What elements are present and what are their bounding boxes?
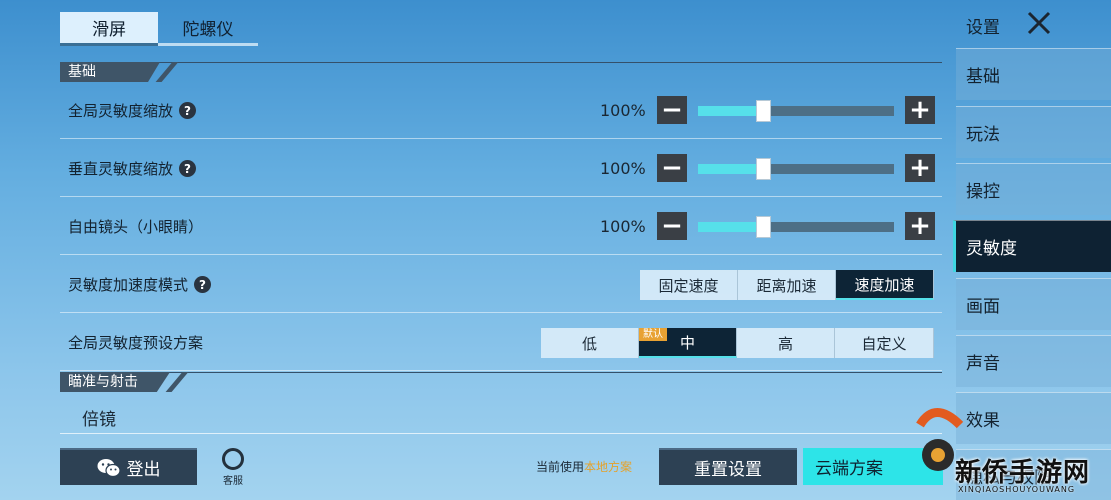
sensitivity-slider[interactable] [698, 100, 894, 122]
logout-label: 登出 [126, 460, 161, 480]
slider-thumb[interactable] [756, 158, 771, 180]
setting-value: 100% [600, 101, 646, 120]
default-badge: 默认 [639, 328, 667, 341]
close-icon[interactable] [1026, 10, 1052, 36]
logout-button[interactable]: 登出 [60, 448, 197, 485]
sidebar-item-gameplay[interactable]: 玩法 [956, 106, 1111, 158]
current-plan-value: 本地方案 [584, 460, 633, 474]
tab-gyroscope[interactable]: 陀螺仪 [158, 12, 258, 46]
setting-label: 全局灵敏度缩放 ? [68, 82, 197, 139]
setting-label: 全局灵敏度预设方案 [68, 314, 203, 371]
sidebar-item-sensitivity[interactable]: 灵敏度 [953, 220, 1111, 272]
setting-label-text: 自由镜头（小眼睛） [68, 218, 204, 236]
sidebar-item-graphics[interactable]: 画面 [956, 278, 1111, 330]
setting-row-global-sensitivity: 全局灵敏度缩放 ? 100% − + [60, 82, 942, 139]
slider-fill [698, 222, 763, 232]
setting-label: 垂直灵敏度缩放 ? [68, 140, 197, 197]
preset-selector: 低 默认 中 高 自定义 [541, 328, 934, 358]
watermark-text: 新侨手游网 [955, 458, 1091, 488]
customer-service-button[interactable]: 客服 [218, 448, 248, 488]
settings-panel: 基础 全局灵敏度缩放 ? 100% − + 垂直灵敏度缩放 ? 100% − +… [60, 62, 942, 434]
reset-label: 重置设置 [694, 460, 762, 480]
sidebar-item-controls[interactable]: 操控 [956, 163, 1111, 215]
reset-settings-button[interactable]: 重置设置 [659, 448, 797, 485]
setting-row-preset: 全局灵敏度预设方案 低 默认 中 高 自定义 [60, 314, 942, 371]
slider-thumb[interactable] [756, 100, 771, 122]
decrease-button[interactable]: − [657, 153, 687, 183]
current-plan-text: 当前使用本地方案 [536, 458, 632, 475]
preset-option-low[interactable]: 低 [541, 328, 639, 358]
setting-row-vertical-sensitivity: 垂直灵敏度缩放 ? 100% − + [60, 140, 942, 197]
section-header-aim: 瞄准与射击 [60, 372, 170, 392]
increase-button[interactable]: + [905, 95, 935, 125]
setting-label-text: 全局灵敏度预设方案 [68, 334, 204, 352]
wechat-icon [97, 458, 121, 477]
customer-service-label: 客服 [223, 476, 243, 487]
help-icon[interactable]: ? [179, 102, 197, 119]
section-header-basic: 基础 [60, 62, 160, 82]
customer-service-icon [222, 448, 244, 470]
cloud-label: 云端方案 [815, 459, 883, 479]
scope-label: 倍镜 [82, 409, 116, 430]
preset-option-label: 中 [679, 333, 695, 352]
settings-title: 设置 [966, 18, 1000, 38]
setting-row-free-camera: 自由镜头（小眼睛） 100% − + [60, 198, 942, 255]
tab-swipe[interactable]: 滑屏 [60, 12, 158, 46]
divider [60, 372, 942, 373]
sensitivity-slider[interactable] [698, 216, 894, 238]
setting-label: 灵敏度加速度模式 ? [68, 256, 212, 313]
setting-label-text: 灵敏度加速度模式 [68, 276, 189, 294]
slider-fill [698, 164, 763, 174]
setting-value: 100% [600, 217, 646, 236]
accel-option-distance[interactable]: 距离加速 [738, 270, 836, 300]
increase-button[interactable]: + [905, 153, 935, 183]
slider-thumb[interactable] [756, 216, 771, 238]
accel-option-speed[interactable]: 速度加速 [836, 270, 934, 300]
setting-label-text: 全局灵敏度缩放 [68, 102, 174, 120]
accel-option-fixed[interactable]: 固定速度 [640, 270, 738, 300]
divider [155, 62, 179, 82]
help-icon[interactable]: ? [194, 276, 212, 293]
setting-value: 100% [600, 159, 646, 178]
slider-fill [698, 106, 763, 116]
divider [165, 372, 189, 392]
setting-row-accel-mode: 灵敏度加速度模式 ? 固定速度 距离加速 速度加速 [60, 256, 942, 313]
preset-option-custom[interactable]: 自定义 [835, 328, 934, 358]
help-icon[interactable]: ? [179, 160, 197, 177]
setting-label: 自由镜头（小眼睛） [68, 198, 203, 255]
preset-option-medium[interactable]: 默认 中 [639, 328, 737, 358]
accel-mode-selector: 固定速度 距离加速 速度加速 [640, 270, 934, 300]
increase-button[interactable]: + [905, 211, 935, 241]
sensitivity-slider[interactable] [698, 158, 894, 180]
scope-row[interactable]: 倍镜 [60, 400, 942, 434]
current-plan-prefix: 当前使用 [536, 460, 585, 474]
top-tabs: 滑屏 陀螺仪 [60, 12, 258, 46]
sidebar-item-sound[interactable]: 声音 [956, 335, 1111, 387]
section-aim: 瞄准与射击 [60, 372, 942, 392]
preset-option-high[interactable]: 高 [737, 328, 835, 358]
decrease-button[interactable]: − [657, 95, 687, 125]
watermark-subtext: XINQIAOSHOUYOUWANG [958, 485, 1076, 494]
decrease-button[interactable]: − [657, 211, 687, 241]
setting-label-text: 垂直灵敏度缩放 [68, 160, 174, 178]
sidebar-item-basic[interactable]: 基础 [956, 48, 1111, 100]
divider [60, 62, 942, 63]
